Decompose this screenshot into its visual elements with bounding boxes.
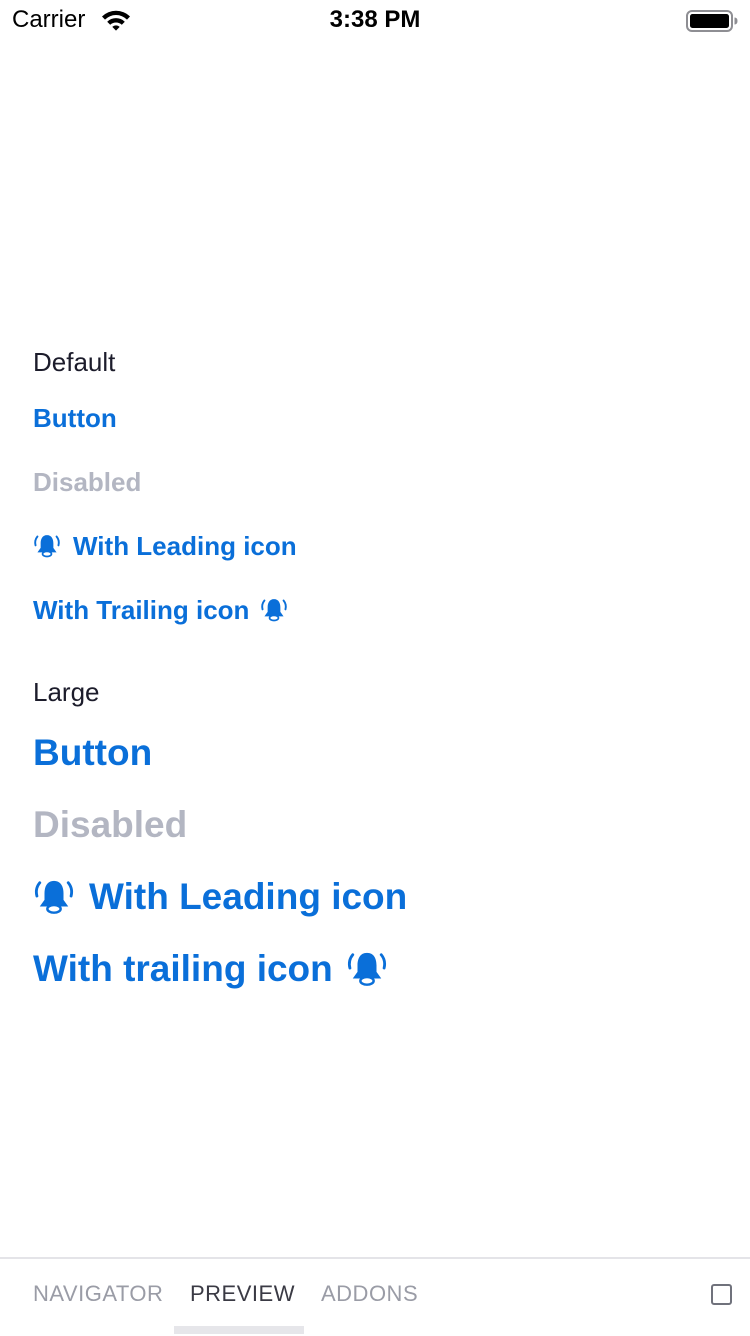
default-button[interactable]: Button — [33, 402, 117, 434]
large-disabled-button: Disabled — [33, 803, 187, 847]
bottom-tab-bar: NAVIGATOR PREVIEW ADDONS — [0, 1257, 750, 1336]
bell-ringing-icon — [261, 599, 288, 622]
section-label-default: Default — [33, 347, 116, 377]
tab-preview[interactable]: PREVIEW — [190, 1281, 295, 1307]
active-tab-indicator — [174, 1326, 304, 1334]
bell-ringing-icon — [34, 535, 60, 558]
default-disabled-button: Disabled — [33, 466, 141, 498]
bell-ringing-icon — [34, 880, 74, 914]
large-button[interactable]: Button — [33, 731, 152, 775]
large-trailing-icon-button[interactable]: With trailing icon — [33, 947, 388, 991]
bell-ringing-icon — [347, 952, 386, 986]
status-time: 3:38 PM — [329, 6, 421, 33]
large-button-label: Button — [33, 732, 153, 773]
checkbox[interactable] — [711, 1284, 732, 1305]
default-button-label: Button — [33, 403, 117, 433]
default-trailing-icon-button[interactable]: With Trailing icon — [33, 594, 288, 626]
section-label-large: Large — [33, 677, 100, 707]
default-leading-icon-button[interactable]: With Leading icon — [33, 530, 297, 562]
battery-full-icon — [686, 10, 738, 32]
large-leading-icon-button-label: With Leading icon — [89, 876, 408, 917]
default-trailing-icon-button-label: With Trailing icon — [33, 595, 250, 625]
status-bar: Carrier 3:38 PM — [0, 0, 750, 40]
tab-navigator[interactable]: NAVIGATOR — [33, 1281, 163, 1307]
default-disabled-button-label: Disabled — [33, 467, 142, 497]
default-leading-icon-button-label: With Leading icon — [73, 531, 297, 561]
large-trailing-icon-button-label: With trailing icon — [33, 948, 333, 989]
tab-addons[interactable]: ADDONS — [321, 1281, 418, 1307]
large-disabled-button-label: Disabled — [33, 804, 188, 845]
large-leading-icon-button[interactable]: With Leading icon — [33, 875, 407, 919]
